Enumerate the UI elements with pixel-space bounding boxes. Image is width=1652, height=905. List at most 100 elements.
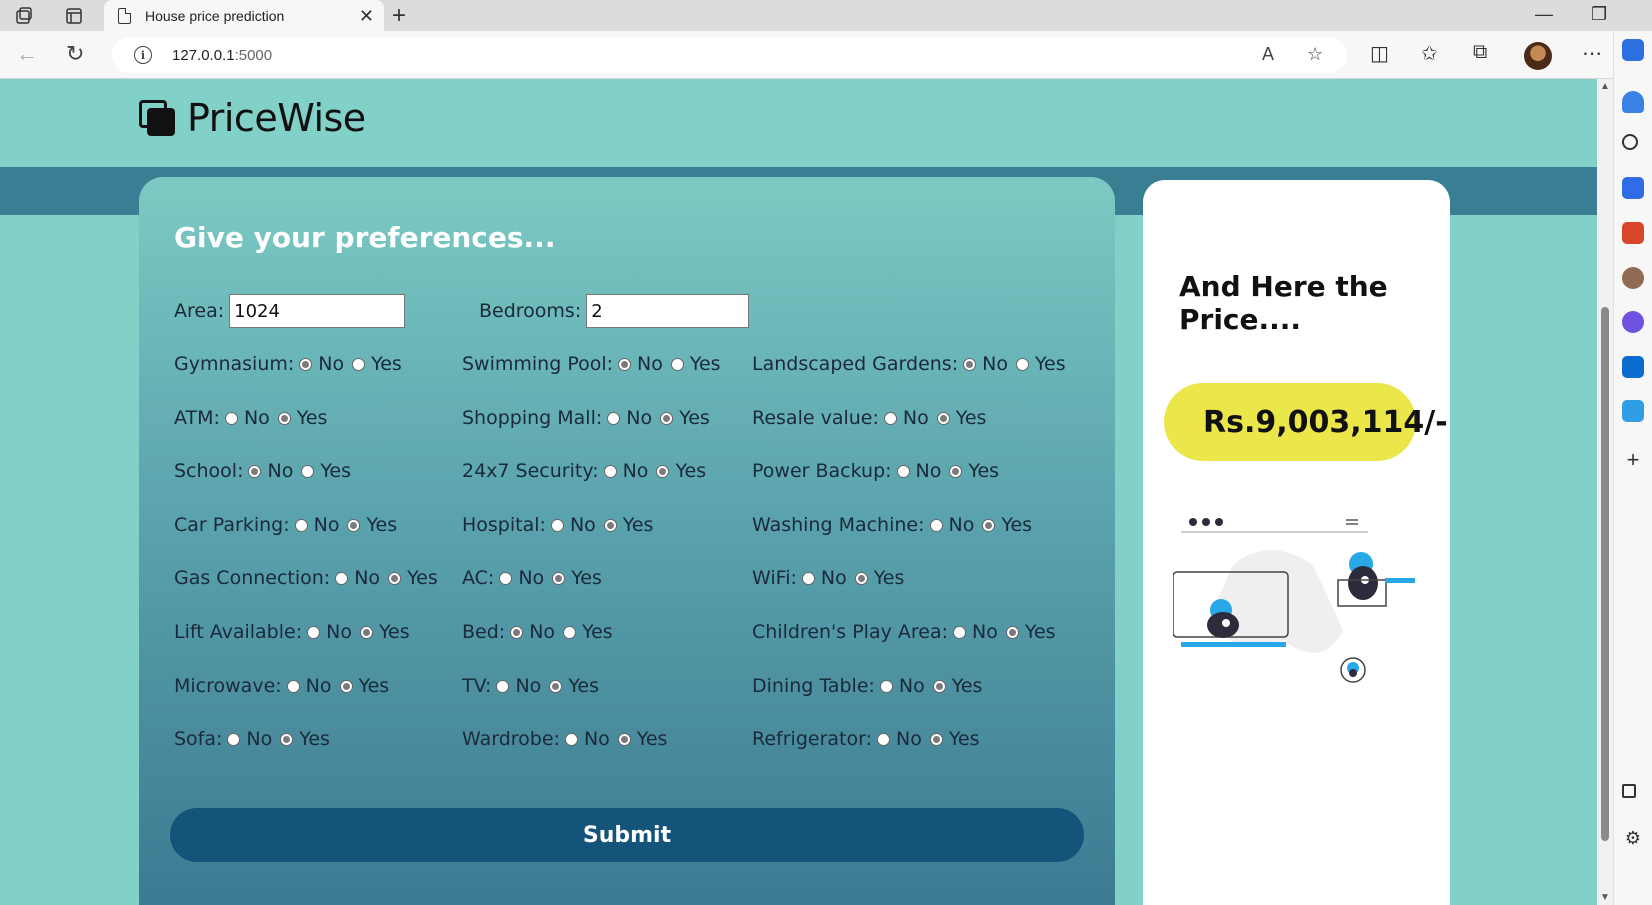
- favorites-icon[interactable]: ✩: [1421, 41, 1438, 66]
- radio-no[interactable]: [294, 518, 308, 532]
- notification-bell-icon[interactable]: [1622, 91, 1644, 113]
- radio-yes[interactable]: [932, 679, 946, 693]
- favorite-star-icon[interactable]: ☆: [1307, 44, 1323, 65]
- radio-no[interactable]: [929, 518, 943, 532]
- area-input[interactable]: [229, 294, 406, 328]
- radio-yes[interactable]: [339, 679, 353, 693]
- office-icon[interactable]: [1622, 311, 1644, 333]
- amenity-power-backup: Power Backup: No Yes: [752, 460, 1002, 482]
- radio-yes[interactable]: [347, 518, 361, 532]
- hide-sidebar-icon[interactable]: [1622, 784, 1636, 798]
- tab-actions-icon[interactable]: [61, 3, 87, 29]
- radio-no[interactable]: [963, 357, 977, 371]
- radio-yes[interactable]: [936, 411, 950, 425]
- shopping-tag-icon[interactable]: [1622, 177, 1644, 199]
- radio-no[interactable]: [286, 679, 300, 693]
- sidebar-settings-icon[interactable]: ⚙: [1622, 828, 1644, 850]
- radio-yes[interactable]: [549, 679, 563, 693]
- radio-yes[interactable]: [352, 357, 366, 371]
- radio-no[interactable]: [510, 625, 524, 639]
- amenity-label: Shopping Mall:: [462, 407, 603, 429]
- amenity-label: Children's Play Area:: [752, 621, 949, 643]
- refresh-icon[interactable]: ↻: [66, 41, 84, 67]
- radio-yes[interactable]: [388, 571, 402, 585]
- radio-yes[interactable]: [301, 464, 315, 478]
- radio-yes[interactable]: [617, 732, 631, 746]
- option-yes-label: Yes: [636, 728, 668, 750]
- radio-no[interactable]: [564, 732, 578, 746]
- radio-no[interactable]: [299, 357, 313, 371]
- radio-yes[interactable]: [660, 411, 674, 425]
- radio-yes[interactable]: [929, 732, 943, 746]
- radio-no[interactable]: [618, 357, 632, 371]
- scroll-thumb[interactable]: [1601, 307, 1609, 841]
- profile-avatar[interactable]: [1524, 42, 1552, 70]
- tools-briefcase-icon[interactable]: [1622, 222, 1644, 244]
- amenity-wardrobe: Wardrobe: No Yes: [462, 728, 670, 750]
- radio-no[interactable]: [496, 679, 510, 693]
- radio-no[interactable]: [335, 571, 349, 585]
- option-no-label: No: [318, 353, 345, 375]
- new-tab-icon[interactable]: +: [392, 2, 406, 30]
- radio-no[interactable]: [896, 464, 910, 478]
- scroll-down-icon[interactable]: ▼: [1600, 892, 1610, 903]
- radio-no[interactable]: [248, 464, 262, 478]
- radio-no[interactable]: [883, 411, 897, 425]
- read-aloud-icon[interactable]: A: [1262, 44, 1274, 65]
- radio-no[interactable]: [307, 625, 321, 639]
- scroll-up-icon[interactable]: ▲: [1600, 81, 1610, 92]
- radio-yes[interactable]: [603, 518, 617, 532]
- restore-icon[interactable]: ❐: [1591, 4, 1607, 25]
- radio-no[interactable]: [499, 571, 513, 585]
- page-scrollbar[interactable]: ▲ ▼: [1597, 79, 1613, 905]
- workspaces-icon[interactable]: [11, 3, 37, 29]
- close-tab-icon[interactable]: ✕: [359, 6, 374, 27]
- radio-no[interactable]: [224, 411, 238, 425]
- bedrooms-input[interactable]: [586, 294, 750, 328]
- split-screen-icon[interactable]: ◫: [1370, 41, 1389, 66]
- minimize-icon[interactable]: —: [1535, 4, 1553, 25]
- radio-yes[interactable]: [280, 732, 294, 746]
- radio-yes[interactable]: [552, 571, 566, 585]
- site-info-icon[interactable]: i: [134, 46, 152, 64]
- radio-yes[interactable]: [982, 518, 996, 532]
- radio-yes[interactable]: [670, 357, 684, 371]
- add-sidebar-app-icon[interactable]: +: [1622, 449, 1644, 471]
- submit-button[interactable]: Submit: [170, 808, 1084, 862]
- brand[interactable]: PriceWise: [137, 96, 366, 140]
- result-title: And Here the Price....: [1179, 270, 1388, 336]
- amenity-wifi: WiFi: No Yes: [752, 567, 907, 589]
- radio-yes[interactable]: [359, 625, 373, 639]
- radio-no[interactable]: [603, 464, 617, 478]
- search-icon[interactable]: [1622, 134, 1638, 150]
- radio-yes[interactable]: [656, 464, 670, 478]
- radio-yes[interactable]: [563, 625, 577, 639]
- radio-no[interactable]: [607, 411, 621, 425]
- radio-no[interactable]: [879, 679, 893, 693]
- radio-no[interactable]: [953, 625, 967, 639]
- radio-yes[interactable]: [1015, 357, 1029, 371]
- amenity-label: AC:: [462, 567, 495, 589]
- copilot-icon[interactable]: [1622, 39, 1644, 61]
- url-field[interactable]: i 127.0.0.1:5000 A ☆: [112, 37, 1347, 73]
- radio-yes[interactable]: [854, 571, 868, 585]
- amenity-microwave: Microwave: No Yes: [174, 675, 392, 697]
- radio-yes[interactable]: [949, 464, 963, 478]
- outlook-icon[interactable]: [1622, 356, 1644, 378]
- more-menu-icon[interactable]: ⋯: [1582, 41, 1602, 66]
- radio-no[interactable]: [550, 518, 564, 532]
- option-yes-label: Yes: [1001, 514, 1033, 536]
- active-tab[interactable]: House price prediction ✕: [104, 0, 384, 31]
- people-icon[interactable]: [1622, 267, 1644, 289]
- radio-yes[interactable]: [1005, 625, 1019, 639]
- radio-no[interactable]: [227, 732, 241, 746]
- radio-no[interactable]: [876, 732, 890, 746]
- amenity-24x7-security: 24x7 Security: No Yes: [462, 460, 709, 482]
- amenity-dining-table: Dining Table: No Yes: [752, 675, 985, 697]
- collections-icon[interactable]: ⧉: [1473, 41, 1487, 64]
- radio-no[interactable]: [801, 571, 815, 585]
- brand-name: PriceWise: [187, 96, 366, 140]
- back-icon[interactable]: ←: [16, 41, 38, 67]
- send-icon[interactable]: [1622, 400, 1644, 422]
- radio-yes[interactable]: [277, 411, 291, 425]
